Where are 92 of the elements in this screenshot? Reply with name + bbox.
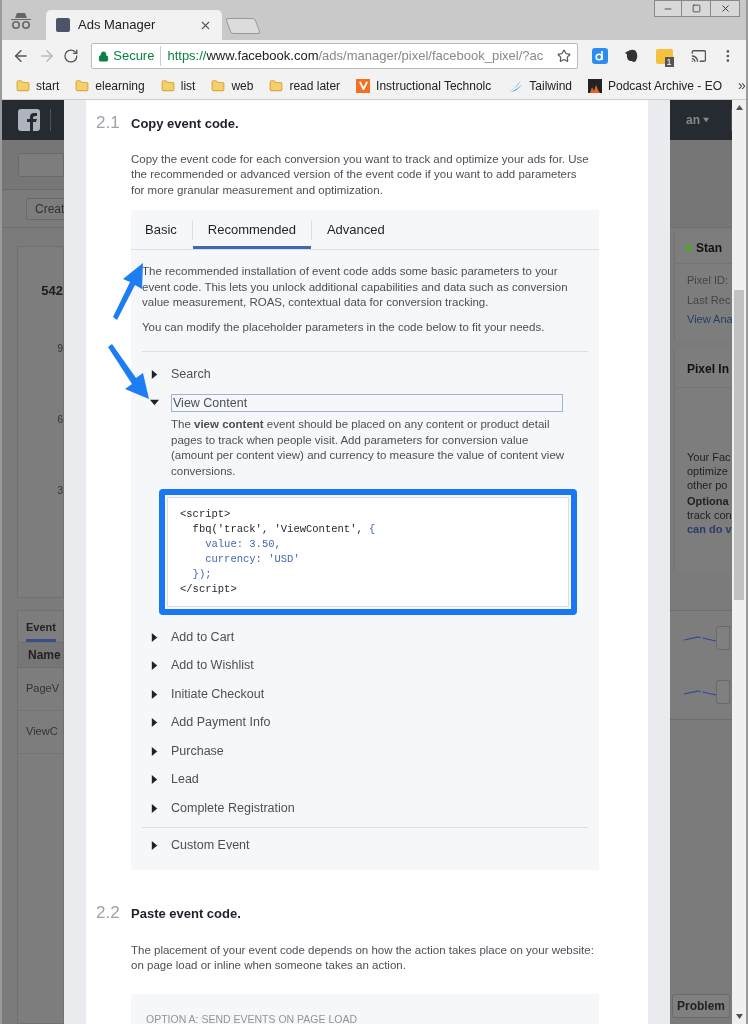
code-tab[interactable]: Basic bbox=[145, 210, 192, 249]
sparkline bbox=[684, 634, 716, 642]
browser-tab[interactable]: Ads Manager bbox=[46, 10, 222, 40]
table-cell: PageV bbox=[18, 667, 63, 711]
incognito-icon bbox=[10, 12, 32, 30]
account-name[interactable]: an bbox=[686, 111, 700, 129]
caret-right-icon[interactable] bbox=[150, 632, 159, 642]
more-bookmarks[interactable]: » bbox=[738, 75, 746, 96]
body-text: other po bbox=[687, 478, 729, 492]
scroll-up-icon[interactable] bbox=[735, 105, 743, 110]
caret-right-icon[interactable] bbox=[150, 841, 159, 851]
bookmark[interactable]: Tailwind bbox=[507, 76, 572, 95]
arrow bbox=[112, 262, 144, 320]
scrollbar-thumb[interactable] bbox=[734, 290, 744, 600]
scrollbar[interactable] bbox=[732, 100, 746, 1024]
stat-value: 542 bbox=[41, 282, 63, 300]
pixel-name: Stan bbox=[696, 239, 722, 257]
body-text: Optiona bbox=[687, 494, 730, 508]
body-text: optimize bbox=[687, 464, 729, 478]
caret-right-icon[interactable] bbox=[150, 803, 159, 813]
d-extension-icon[interactable] bbox=[592, 48, 608, 64]
bookmark-star-icon[interactable] bbox=[557, 49, 571, 63]
folder-icon bbox=[211, 78, 226, 93]
address-bar[interactable]: Secure https://www.facebook.com/ads/manager/pixel/facebook_pixel/?ac bbox=[91, 43, 578, 69]
last-received-label: Last Rec bbox=[686, 292, 732, 308]
maximize-icon bbox=[691, 4, 701, 13]
caret-right-icon[interactable] bbox=[150, 775, 159, 785]
axis-label: 3 bbox=[57, 483, 63, 498]
event-name[interactable]: Initiate Checkout bbox=[171, 684, 265, 704]
axis-label: 6 bbox=[57, 412, 63, 427]
bookmark[interactable]: start bbox=[16, 76, 60, 95]
close-icon bbox=[719, 3, 731, 14]
tab-title: Ads Manager bbox=[78, 16, 157, 35]
event-name[interactable]: Add to Wishlist bbox=[171, 656, 254, 676]
bookmark[interactable]: read later bbox=[269, 76, 341, 95]
bookmark[interactable]: web bbox=[211, 76, 254, 95]
event-name[interactable]: Lead bbox=[171, 770, 199, 790]
tab-description: You can modify the placeholder parameters in the code below to fit your needs. bbox=[142, 319, 546, 335]
axis-label: 9 bbox=[57, 341, 63, 356]
event-name[interactable]: Search bbox=[171, 364, 211, 384]
caret-down-icon[interactable] bbox=[150, 398, 159, 408]
page-favicon bbox=[56, 18, 70, 32]
caret-right-icon[interactable] bbox=[150, 689, 159, 699]
column-header: Name bbox=[18, 641, 63, 668]
bookmark[interactable]: list bbox=[160, 76, 196, 95]
bookmark[interactable]: Instructional Technolc bbox=[356, 76, 492, 95]
search-field[interactable] bbox=[18, 152, 64, 177]
arrow bbox=[108, 344, 150, 400]
table-cell: ViewC bbox=[18, 710, 63, 754]
code-tab[interactable]: Recommended bbox=[192, 210, 311, 249]
folder-icon bbox=[75, 78, 90, 93]
scroll-down-icon[interactable] bbox=[735, 1014, 743, 1019]
caret-right-icon[interactable] bbox=[150, 718, 159, 728]
code-block: <script> fbq('track', 'ViewContent', { value: 3.50, currency: 'USD' }); </script> bbox=[167, 497, 569, 607]
extension-badge: 1 bbox=[664, 56, 674, 67]
url-text: https://www.facebook.com/ads/manager/pixel/facebook_pixel/?ac bbox=[166, 47, 545, 66]
podcast-logo-icon bbox=[588, 78, 602, 93]
card-title: Pixel In bbox=[687, 360, 730, 378]
step-number: 2.2 bbox=[96, 902, 121, 924]
step-number: 2.1 bbox=[96, 112, 121, 134]
cast-icon[interactable] bbox=[690, 48, 707, 64]
event-name[interactable]: View Content bbox=[171, 393, 563, 412]
v-logo-icon bbox=[356, 78, 371, 93]
back-icon[interactable] bbox=[12, 47, 30, 65]
event-description: The view content event should be placed on any content or product detail pages to track when people visit. Add parameters for conversion value (amount per content view) and currency to measure the value of content view conversions. bbox=[171, 417, 566, 479]
reload-icon[interactable] bbox=[63, 48, 80, 64]
report-problem-button[interactable]: Problem bbox=[672, 994, 730, 1018]
caret-right-icon[interactable] bbox=[150, 661, 159, 671]
event-name[interactable]: Complete Registration bbox=[171, 798, 295, 818]
caret-right-icon[interactable] bbox=[150, 746, 159, 756]
step-intro: Copy the event code for each conversion you want to track and optimize your ads for. Use the recommended or advanced version of the event code if you want to add parameters for more granular measurement and optimization. bbox=[131, 151, 590, 198]
event-name[interactable]: Add Payment Info bbox=[171, 713, 271, 733]
body-text: track con bbox=[687, 508, 732, 522]
folder-icon bbox=[269, 78, 284, 93]
event-name[interactable]: Add to Cart bbox=[171, 627, 235, 647]
event-name[interactable]: Purchase bbox=[171, 741, 224, 761]
step-title: Copy event code. bbox=[131, 115, 239, 133]
event-name[interactable]: Custom Event bbox=[171, 836, 250, 856]
bookmark[interactable]: elearning bbox=[75, 76, 145, 95]
folder-icon bbox=[16, 78, 30, 93]
security-label: Secure bbox=[113, 46, 162, 66]
folder-icon bbox=[160, 78, 175, 93]
lock-icon bbox=[98, 50, 110, 62]
code-tab[interactable]: Advanced bbox=[311, 210, 400, 249]
pixel-id-label: Pixel ID: bbox=[686, 273, 729, 288]
logo-icon[interactable] bbox=[18, 109, 40, 131]
bookmark[interactable]: Podcast Archive - EO bbox=[588, 76, 723, 95]
step-title: Paste event code. bbox=[131, 905, 241, 923]
body-text: Your Fac bbox=[687, 450, 732, 464]
option-heading: OPTION A: SEND EVENTS ON PAGE LOAD bbox=[146, 1012, 358, 1024]
step-intro: The placement of your event code depends on how the action takes place on your website: on page load or inline when someone takes an action. bbox=[131, 942, 595, 973]
sparkline bbox=[684, 688, 716, 696]
